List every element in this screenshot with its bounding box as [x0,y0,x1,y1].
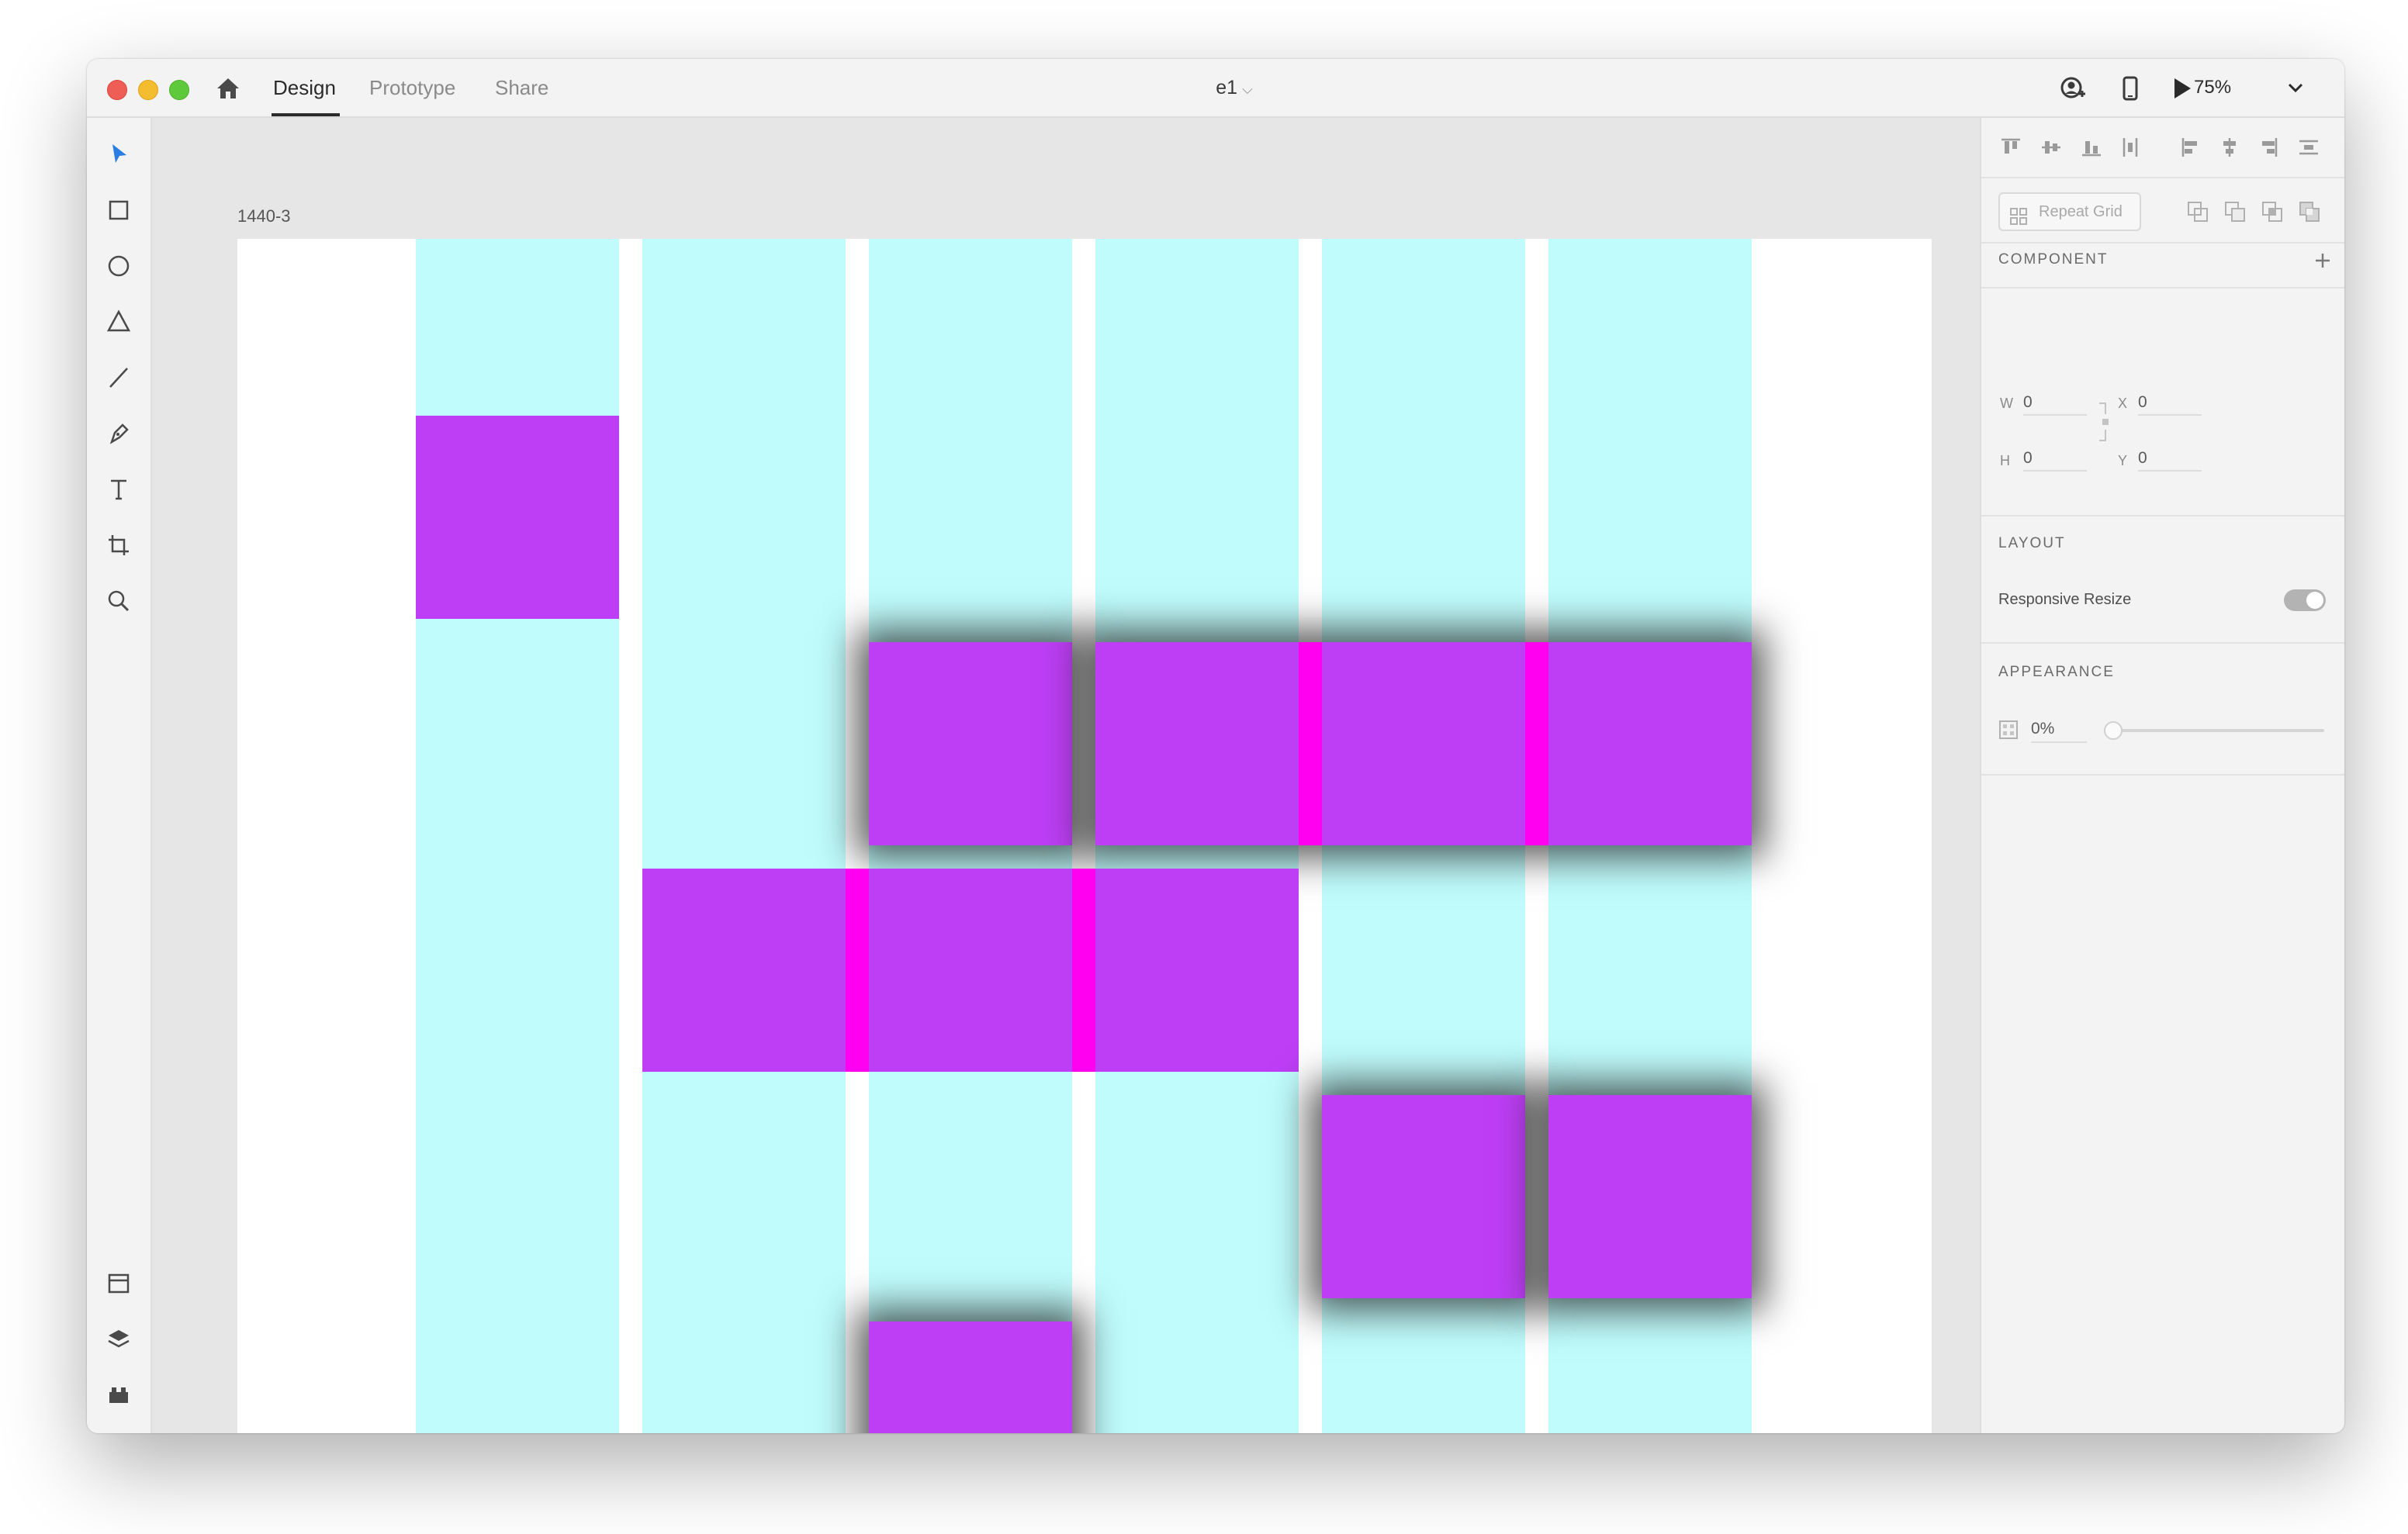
line-tool-icon[interactable] [101,360,137,396]
magenta-gap [846,869,869,1072]
divider [1981,242,2344,244]
text-tool-icon[interactable] [101,472,137,507]
align-bottom-icon[interactable] [2078,133,2105,161]
artboard[interactable] [237,239,1932,1433]
magenta-gap [1299,642,1322,845]
x-label: X [2118,396,2128,411]
boolean-add-icon[interactable] [2185,199,2211,225]
boolean-subtract-icon[interactable] [2222,199,2248,225]
divider [1981,287,2344,288]
repeat-grid-button[interactable]: Repeat Grid [1998,192,2141,231]
y-field[interactable]: 0 [2138,447,2202,472]
home-icon[interactable] [214,74,242,102]
maximize-window-button[interactable] [169,80,189,100]
toggle-knob [2306,592,2323,609]
height-field[interactable]: 0 [2023,447,2087,472]
tab-design[interactable]: Design [273,74,336,101]
responsive-resize-label: Responsive Resize [1998,591,2132,608]
purple-square-group[interactable] [642,869,1299,1072]
repeat-grid-icon [2009,203,2028,225]
active-tab-indicator [272,113,340,116]
align-center-icon[interactable] [2216,133,2244,161]
magenta-gap [1072,869,1095,1072]
chevron-down-icon: ⌵ [1242,81,1253,97]
app-window: Design Prototype Share e1 ⌵ 75% 1440-3 R… [87,59,2344,1433]
assets-panel-icon[interactable] [101,1266,137,1301]
device-preview-icon[interactable] [2115,73,2146,104]
purple-square[interactable] [1322,1095,1525,1298]
zoom-chevron-down-icon[interactable] [2284,74,2307,101]
select-tool-icon[interactable] [101,136,137,172]
purple-square-group[interactable] [1095,642,1752,845]
repeat-grid-label: Repeat Grid [2039,203,2123,220]
share-user-icon[interactable] [2057,73,2088,104]
align-middle-icon[interactable] [2037,133,2065,161]
purple-square[interactable] [869,642,1072,845]
plugins-panel-icon[interactable] [101,1377,137,1413]
width-field[interactable]: 0 [2023,391,2087,416]
grid-column [642,239,846,1433]
responsive-resize-toggle[interactable] [2284,589,2326,611]
align-right-icon[interactable] [2254,133,2282,161]
polygon-tool-icon[interactable] [101,304,137,340]
opacity-icon [1998,720,2019,740]
width-label: W [2000,396,2013,411]
artboard-name[interactable]: 1440-3 [237,206,291,226]
play-preview-icon[interactable] [2166,73,2197,104]
boolean-intersect-icon[interactable] [2259,199,2285,225]
document-title-text: e1 [1216,77,1238,98]
distribute-vertical-icon[interactable] [2295,133,2323,161]
boolean-exclude-icon[interactable] [2296,199,2323,225]
x-field[interactable]: 0 [2138,391,2202,416]
opacity-slider-knob[interactable] [2104,721,2123,740]
align-left-icon[interactable] [2177,133,2205,161]
design-canvas[interactable]: 1440-3 [152,118,1980,1433]
layout-section-title: LAYOUT [1998,535,2066,551]
opacity-field[interactable]: 0% [2031,717,2087,743]
purple-square[interactable] [416,416,619,619]
tools-toolbar [87,118,152,1433]
magenta-gap [1525,642,1548,845]
tab-prototype[interactable]: Prototype [369,74,455,101]
component-section-title: COMPONENT [1998,251,2109,268]
divider [1981,642,2344,644]
zoom-level[interactable]: 75% [2194,74,2256,101]
tab-share[interactable]: Share [495,74,548,101]
lock-aspect-icon[interactable] [2096,400,2115,444]
appearance-section-title: APPEARANCE [1998,664,2115,680]
purple-square[interactable] [869,1322,1072,1433]
document-title[interactable]: e1 ⌵ [1192,74,1277,101]
minimize-window-button[interactable] [138,80,158,100]
align-top-icon[interactable] [1997,133,2025,161]
layers-panel-icon[interactable] [101,1322,137,1357]
property-inspector: Repeat Grid COMPONENT W 0 X 0 H 0 Y 0 LA… [1980,118,2344,1433]
zoom-tool-icon[interactable] [101,583,137,619]
y-label: Y [2118,453,2128,468]
rectangle-tool-icon[interactable] [101,192,137,228]
height-label: H [2000,453,2010,468]
purple-square[interactable] [1548,1095,1752,1298]
opacity-slider-track[interactable] [2109,729,2324,732]
distribute-horizontal-icon[interactable] [2116,133,2144,161]
artboard-tool-icon[interactable] [101,527,137,563]
add-component-icon[interactable] [2312,250,2334,271]
pen-tool-icon[interactable] [101,416,137,451]
close-window-button[interactable] [107,80,127,100]
divider [1981,177,2344,178]
ellipse-tool-icon[interactable] [101,248,137,284]
divider [1981,774,2344,776]
title-bar: Design Prototype Share e1 ⌵ 75% [87,59,2344,118]
divider [1981,515,2344,517]
